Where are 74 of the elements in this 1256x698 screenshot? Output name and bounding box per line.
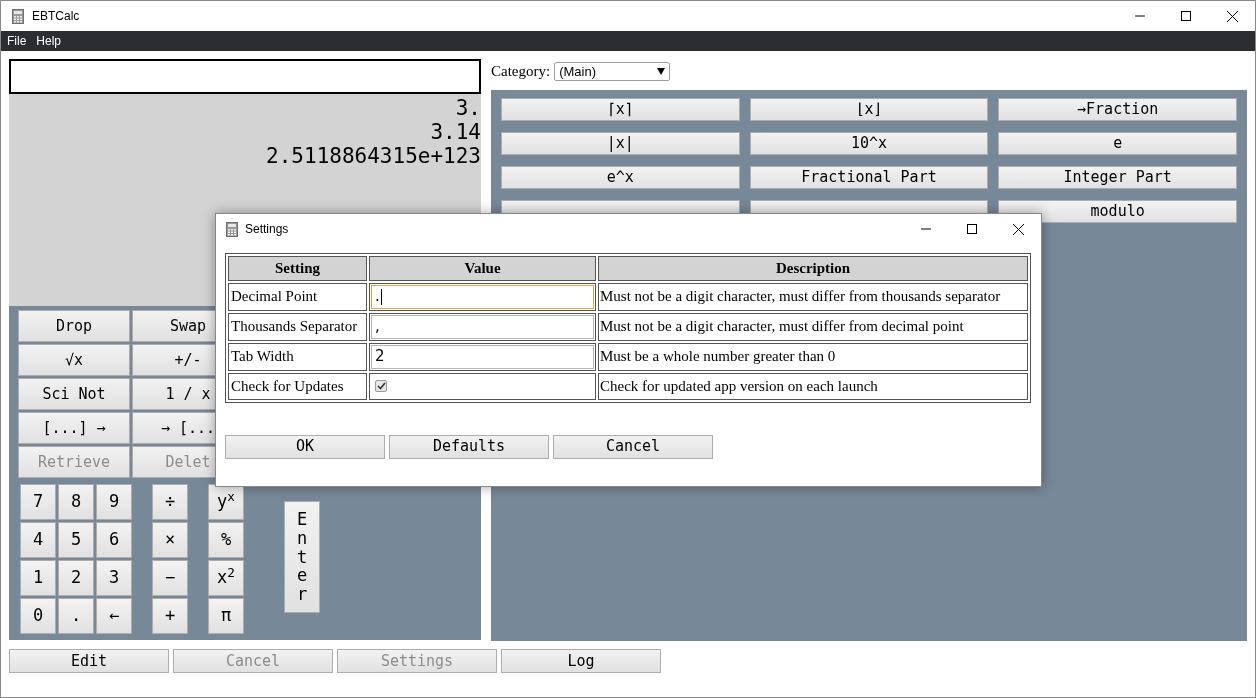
- table-cell: Thousands Separator: [228, 312, 367, 341]
- column-header: Description: [598, 256, 1028, 281]
- table-cell: Must be a whole number greater than 0: [598, 342, 1028, 371]
- app-icon: [12, 8, 24, 24]
- value-field[interactable]: .: [371, 284, 594, 309]
- key-button[interactable]: 9: [96, 484, 132, 520]
- action-button[interactable]: Log: [501, 649, 661, 673]
- operator-button[interactable]: π: [208, 598, 244, 634]
- enter-button[interactable]: Enter: [284, 501, 320, 613]
- minimize-icon: [1135, 15, 1145, 17]
- key-button[interactable]: 0: [20, 598, 56, 634]
- stack-value: 2.5118864315e+123: [266, 144, 481, 168]
- maximize-icon: [967, 224, 977, 234]
- key-button[interactable]: 8: [58, 484, 94, 520]
- key-button[interactable]: .: [58, 598, 94, 634]
- dropdown-arrow-icon: [657, 68, 666, 75]
- table-cell: Check for Updates: [228, 372, 367, 400]
- function-button[interactable]: Drop: [18, 310, 130, 342]
- operator-button[interactable]: ÷: [152, 484, 188, 520]
- operator-button[interactable]: %: [208, 522, 244, 558]
- input-field[interactable]: [9, 59, 481, 94]
- function-button[interactable]: e^x: [501, 166, 740, 189]
- close-icon: [1012, 223, 1024, 235]
- function-button[interactable]: √x: [18, 344, 130, 376]
- menu-item[interactable]: Help: [36, 32, 62, 50]
- dialog-title: Settings: [245, 221, 289, 238]
- function-button[interactable]: Sci Not: [18, 378, 130, 410]
- function-button[interactable]: ⌈x⌉: [501, 98, 740, 121]
- dialog-button[interactable]: Cancel: [553, 434, 713, 459]
- column-header: Setting: [228, 256, 367, 281]
- close-icon: [1226, 10, 1238, 22]
- function-button[interactable]: 10^x: [749, 132, 989, 155]
- function-button[interactable]: [...] →: [18, 412, 130, 444]
- dialog-button[interactable]: OK: [225, 434, 385, 459]
- operator-button[interactable]: y$^{x}$: [208, 484, 244, 520]
- dialog-button[interactable]: Defaults: [389, 434, 549, 459]
- function-button[interactable]: →Fraction: [998, 98, 1237, 121]
- stack-value: 3.14: [430, 120, 481, 144]
- maximize-icon: [1181, 11, 1191, 21]
- table-cell: Must not be a digit character, must differ from decimal point: [598, 312, 1028, 341]
- category-dropdown[interactable]: (Main): [554, 62, 671, 81]
- function-button[interactable]: Fractional Part: [749, 166, 989, 189]
- stack-value: 3.: [455, 96, 481, 120]
- operator-button[interactable]: x$^{2}$: [208, 560, 244, 596]
- key-button[interactable]: 3: [96, 560, 132, 596]
- operator-button[interactable]: ×: [152, 522, 188, 558]
- key-button[interactable]: 2: [58, 560, 94, 596]
- table-cell: Check for updated app version on each launch: [598, 372, 1028, 400]
- value-field[interactable]: 2: [371, 344, 594, 369]
- value-field[interactable]: ,: [371, 314, 594, 339]
- key-button[interactable]: ←: [96, 598, 132, 634]
- key-button[interactable]: 6: [96, 522, 132, 558]
- menu-item[interactable]: File: [7, 32, 27, 50]
- action-button[interactable]: Edit: [9, 649, 169, 673]
- function-button[interactable]: e: [998, 132, 1237, 155]
- function-button[interactable]: |x|: [501, 132, 740, 155]
- operator-button[interactable]: −: [152, 560, 188, 596]
- function-button[interactable]: Integer Part: [998, 166, 1237, 189]
- key-button[interactable]: 4: [20, 522, 56, 558]
- app-icon: [226, 221, 238, 237]
- operator-button[interactable]: +: [152, 598, 188, 634]
- category-label: Category:: [491, 62, 551, 82]
- minimize-icon: [921, 228, 931, 230]
- table-cell: Tab Width: [228, 342, 367, 371]
- key-button[interactable]: 7: [20, 484, 56, 520]
- table-cell: Decimal Point: [228, 282, 367, 311]
- function-button[interactable]: modulo: [998, 200, 1237, 223]
- function-button[interactable]: ⌊x⌋: [749, 98, 989, 121]
- key-button[interactable]: 5: [58, 522, 94, 558]
- table-cell: Must not be a digit character, must differ from thousands separator: [598, 282, 1028, 311]
- key-button[interactable]: 1: [20, 560, 56, 596]
- column-header: Value: [369, 256, 596, 281]
- window-title: EBTCalc: [32, 8, 80, 25]
- checkbox[interactable]: [375, 380, 387, 392]
